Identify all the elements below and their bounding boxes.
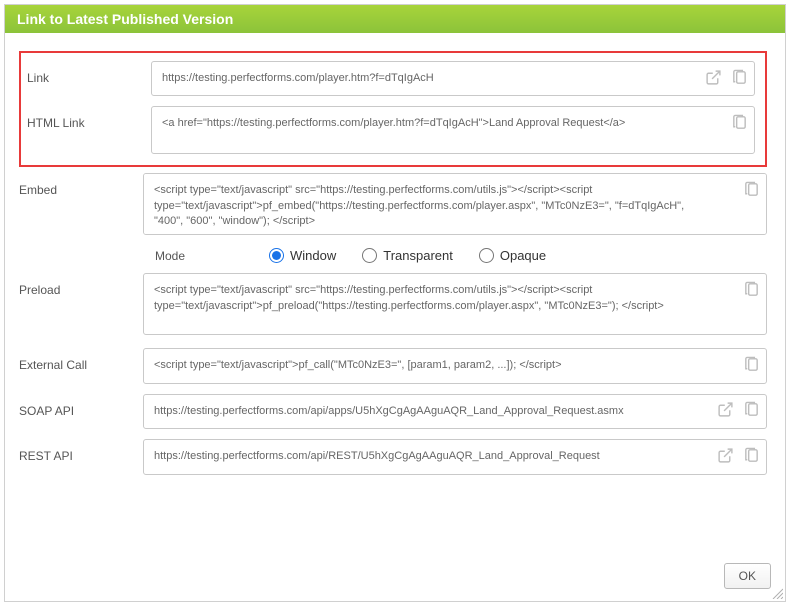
html-link-input[interactable] bbox=[151, 106, 755, 154]
preload-label: Preload bbox=[19, 273, 143, 297]
rest-api-label: REST API bbox=[19, 439, 143, 463]
embed-row: Embed bbox=[19, 173, 767, 238]
soap-api-row: SOAP API bbox=[19, 394, 767, 429]
preload-row: Preload bbox=[19, 273, 767, 338]
link-label: Link bbox=[27, 61, 151, 85]
mode-option-opaque[interactable]: Opaque bbox=[479, 248, 546, 263]
link-row: Link bbox=[27, 61, 755, 96]
copy-icon[interactable] bbox=[741, 279, 761, 299]
rest-api-input[interactable] bbox=[143, 439, 767, 474]
external-call-label: External Call bbox=[19, 348, 143, 372]
mode-radio-window[interactable] bbox=[269, 248, 284, 263]
mode-option-transparent[interactable]: Transparent bbox=[362, 248, 453, 263]
open-link-icon[interactable] bbox=[715, 400, 735, 420]
html-link-label: HTML Link bbox=[27, 106, 151, 130]
open-link-icon[interactable] bbox=[703, 67, 723, 87]
soap-api-input[interactable] bbox=[143, 394, 767, 429]
mode-row: Mode Window Transparent Opaque bbox=[155, 248, 767, 263]
panel-title: Link to Latest Published Version bbox=[5, 5, 785, 33]
rest-api-row: REST API bbox=[19, 439, 767, 474]
link-input[interactable] bbox=[151, 61, 755, 96]
copy-icon[interactable] bbox=[741, 179, 761, 199]
copy-icon[interactable] bbox=[729, 67, 749, 87]
panel-body: Link HTML Link bbox=[5, 33, 785, 495]
copy-icon[interactable] bbox=[729, 112, 749, 132]
embed-label: Embed bbox=[19, 173, 143, 197]
link-version-panel: Link to Latest Published Version Link bbox=[4, 4, 786, 602]
resize-handle-icon[interactable] bbox=[771, 587, 783, 599]
external-call-input[interactable] bbox=[143, 348, 767, 383]
soap-api-label: SOAP API bbox=[19, 394, 143, 418]
mode-radio-transparent[interactable] bbox=[362, 248, 377, 263]
mode-option-window[interactable]: Window bbox=[269, 248, 336, 263]
html-link-row: HTML Link bbox=[27, 106, 755, 157]
mode-option-label: Transparent bbox=[383, 248, 453, 263]
mode-radio-opaque[interactable] bbox=[479, 248, 494, 263]
copy-icon[interactable] bbox=[741, 400, 761, 420]
mode-option-label: Window bbox=[290, 248, 336, 263]
copy-icon[interactable] bbox=[741, 445, 761, 465]
ok-button[interactable]: OK bbox=[724, 563, 771, 589]
embed-input[interactable] bbox=[143, 173, 767, 235]
external-call-row: External Call bbox=[19, 348, 767, 383]
mode-label: Mode bbox=[155, 249, 243, 263]
preload-input[interactable] bbox=[143, 273, 767, 335]
copy-icon[interactable] bbox=[741, 354, 761, 374]
open-link-icon[interactable] bbox=[715, 445, 735, 465]
highlighted-section: Link HTML Link bbox=[19, 51, 767, 167]
mode-option-label: Opaque bbox=[500, 248, 546, 263]
